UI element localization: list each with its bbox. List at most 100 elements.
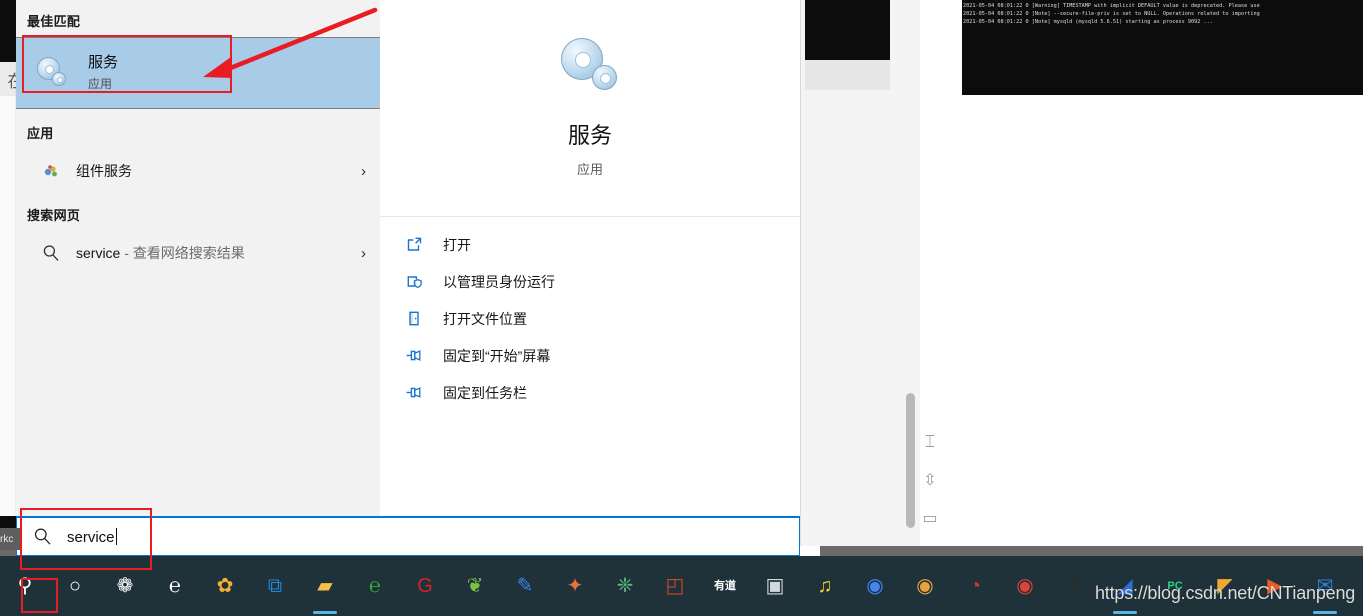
- blue-pen-icon: ✎: [516, 575, 534, 597]
- floating-tool-strip: ⌶ ⇳ ▭: [918, 432, 942, 528]
- taskbar-vmware-workstation[interactable]: ⧉: [250, 564, 300, 608]
- section-header-search-web: 搜索网页: [27, 208, 81, 223]
- console-line: 2021-05-04 08:01:22 0 [Note] mysqld (mys…: [963, 19, 1213, 25]
- web-search-dash: -: [120, 245, 133, 261]
- action-open[interactable]: 打开: [380, 226, 800, 263]
- chevron-right-icon[interactable]: ›: [361, 245, 366, 262]
- taskbar-partial-label: rkc: [0, 528, 20, 550]
- section-header-best-match: 最佳匹配: [27, 14, 81, 29]
- taskbar-task-view-button[interactable]: ❁: [100, 564, 150, 608]
- watermark-text: https://blog.csdn.net/CNTianpeng: [1095, 583, 1356, 603]
- search-icon: [40, 244, 62, 262]
- action-label: 打开文件位置: [443, 310, 527, 327]
- action-pin-to-taskbar[interactable]: 固定到任务栏: [380, 374, 800, 411]
- taskbar-chrome-canary[interactable]: ◉: [900, 564, 950, 608]
- monitor-icon: ▣: [765, 575, 785, 597]
- youdao-icon: 有道: [714, 579, 736, 592]
- taskbar-search-button[interactable]: ⚲: [0, 564, 50, 608]
- action-label: 打开: [443, 236, 471, 253]
- best-match-item-services[interactable]: .best-icon .gear:nth-child(1)::after { l…: [16, 37, 380, 109]
- chrome-beta-icon: ◉: [1016, 575, 1034, 597]
- shield-run-icon: [403, 273, 425, 290]
- taskbar-chrome-beta[interactable]: ◉: [1000, 564, 1050, 608]
- app-preview-pane: .prev-hero .gearwrap .gear:nth-child(1):…: [380, 0, 800, 516]
- text-caret: [115, 527, 117, 545]
- taskbar-photos-app[interactable]: ✦: [550, 564, 600, 608]
- best-match-text: 服务 应用: [88, 53, 118, 93]
- taskbar-store-app[interactable]: ✿: [200, 564, 250, 608]
- folder-location-icon: [403, 310, 425, 327]
- taskbar-g-app[interactable]: G: [400, 564, 450, 608]
- pinwheel-icon: ❁: [116, 575, 134, 597]
- list-item-web-search[interactable]: service - 查看网络搜索结果 ›: [16, 231, 380, 275]
- taskbar-internet-explorer[interactable]: ℮: [150, 564, 200, 608]
- squares-icon: ◰: [665, 575, 685, 597]
- taskbar-remote-desktop[interactable]: ▣: [750, 564, 800, 608]
- taskbar-file-explorer[interactable]: ▰: [300, 564, 350, 614]
- gears-icon: .best-icon .gear:nth-child(1)::after { l…: [34, 53, 74, 93]
- taskbar-typora[interactable]: T: [1050, 564, 1100, 608]
- taskbar-ev-capture[interactable]: ❈: [600, 564, 650, 608]
- taskbar-cortana-button[interactable]: ○: [50, 564, 100, 608]
- crosshair-tool-icon[interactable]: ⌶: [925, 432, 935, 452]
- section-header-apps: 应用: [27, 126, 54, 141]
- ie-icon: ℮: [168, 575, 181, 597]
- web-search-label: service - 查看网络搜索结果: [76, 243, 361, 263]
- chrome-alt-icon: ◉: [916, 575, 934, 597]
- web-search-suffix: 查看网络搜索结果: [132, 245, 245, 261]
- list-item-component-services[interactable]: 组件服务 ›: [16, 149, 380, 193]
- search-text: service: [67, 528, 115, 546]
- web-search-query: service: [76, 245, 121, 261]
- red-snail-icon: ◔: [968, 575, 982, 597]
- action-run-as-administrator[interactable]: 以管理员身份运行: [380, 263, 800, 300]
- gears-icon: .prev-hero .gearwrap .gear:nth-child(1):…: [559, 38, 621, 96]
- taskbar-qq-music[interactable]: ♫: [800, 564, 850, 608]
- action-label: 固定到“开始”屏幕: [443, 347, 551, 364]
- windows-search-flyout: 最佳匹配 .best-icon .gear:nth-child(1)::afte…: [16, 0, 800, 516]
- taskbar-office-app[interactable]: ◰: [650, 564, 700, 608]
- best-match-title: 服务: [88, 54, 119, 71]
- preview-title: 服务: [567, 123, 612, 148]
- pin-icon: [403, 347, 425, 364]
- list-item-label: 组件服务: [76, 163, 132, 179]
- search-results-list: 最佳匹配 .best-icon .gear:nth-child(1)::afte…: [16, 0, 380, 516]
- typora-icon: T: [1068, 575, 1082, 597]
- qq-music-icon: ♫: [817, 575, 833, 597]
- taskbar-note-app[interactable]: ✎: [500, 564, 550, 608]
- taskbar-green-browser[interactable]: ℮: [350, 564, 400, 608]
- search-icon: [31, 527, 53, 546]
- green-e-icon: ℮: [368, 575, 381, 597]
- background-gray-window-fragment: [805, 60, 890, 90]
- ev-icon: ❈: [616, 575, 634, 597]
- best-match-subtitle: 应用: [88, 77, 113, 91]
- preview-subtitle: 应用: [576, 162, 603, 177]
- screen-tool-icon[interactable]: ▭: [922, 508, 937, 528]
- folder-icon: ▰: [317, 575, 333, 597]
- expand-tool-icon[interactable]: ⇳: [923, 470, 936, 490]
- pin-icon: [403, 384, 425, 401]
- action-pin-to-start[interactable]: 固定到“开始”屏幕: [380, 337, 800, 374]
- preview-hero: .prev-hero .gearwrap .gear:nth-child(1):…: [380, 0, 800, 217]
- taskbar-wechat[interactable]: ❦: [450, 564, 500, 608]
- preview-actions-list: 打开 以管理员身份运行 打开文件位置 固定到“开始”屏幕 固定到任务栏: [380, 217, 800, 411]
- vmware-icon: ⧉: [267, 575, 283, 597]
- action-open-file-location[interactable]: 打开文件位置: [380, 300, 800, 337]
- background-left-white-strip: [0, 96, 16, 516]
- window-titlebar-fragment: [820, 546, 1363, 556]
- action-label: 以管理员身份运行: [443, 273, 555, 290]
- taskbar-chrome[interactable]: ◉: [850, 564, 900, 608]
- cortana-circle-icon: ○: [68, 575, 82, 597]
- colorful-flower-icon: ✿: [216, 575, 234, 597]
- component-services-icon: [40, 163, 62, 180]
- taskbar-snail-app[interactable]: ◔: [950, 564, 1000, 608]
- taskbar-youdao-dict[interactable]: 有道: [700, 564, 750, 608]
- console-line: 2021-05-04 08:01:22 0 [Warning] TIMESTAM…: [963, 3, 1260, 9]
- action-label: 固定到任务栏: [443, 384, 527, 401]
- chevron-right-icon[interactable]: ›: [361, 163, 366, 180]
- open-external-icon: [403, 236, 425, 253]
- background-black-window-fragment: [805, 0, 890, 60]
- red-g-icon: G: [417, 575, 433, 597]
- wechat-icon: ❦: [466, 575, 484, 597]
- vertical-scrollbar[interactable]: [906, 393, 915, 528]
- search-input[interactable]: service: [16, 516, 800, 556]
